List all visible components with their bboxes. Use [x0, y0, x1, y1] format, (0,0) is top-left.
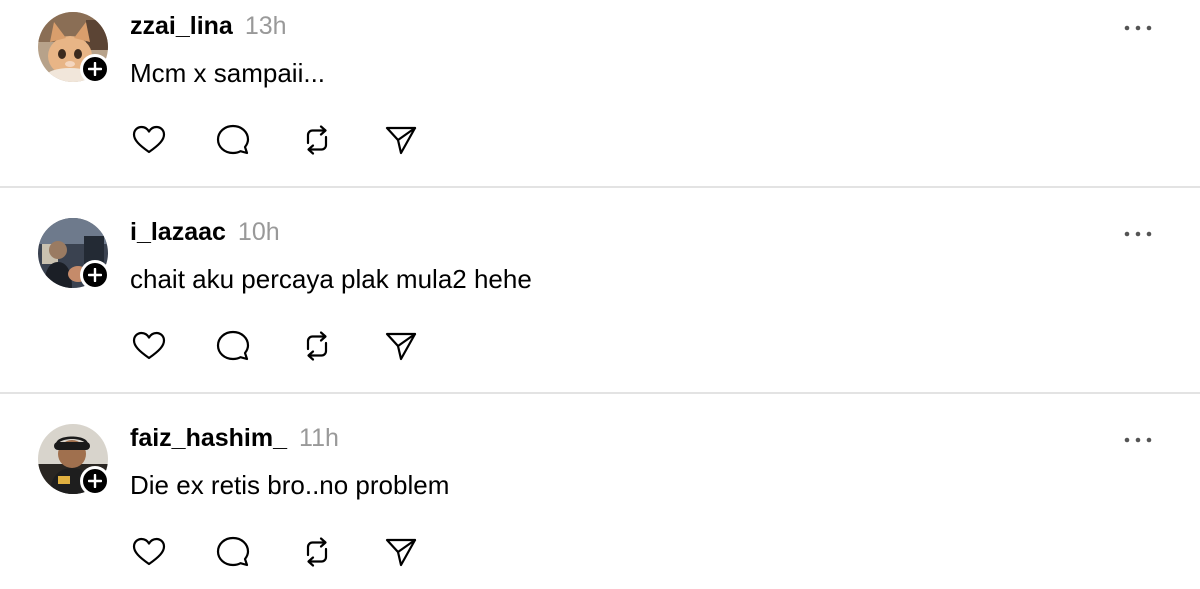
post-text: chait aku percaya plak mula2 hehe	[130, 264, 532, 294]
more-options-button[interactable]	[1120, 428, 1156, 452]
more-options-button[interactable]	[1120, 222, 1156, 246]
like-button[interactable]	[128, 531, 170, 573]
plus-icon	[88, 474, 102, 488]
more-icon	[1124, 231, 1152, 237]
share-button[interactable]	[380, 325, 422, 367]
heart-icon	[132, 125, 166, 154]
username-link[interactable]: faiz_hashim_	[130, 424, 287, 453]
post-meta: zzai_lina 13h	[130, 12, 287, 42]
post-item: i_lazaac 10h chait aku percaya plak mula…	[0, 206, 1200, 412]
follow-button[interactable]	[80, 54, 110, 84]
post-text: Mcm x sampaii...	[130, 58, 326, 88]
divider	[0, 392, 1200, 394]
reply-feed: zzai_lina 13h Mcm x sampaii... i_lazaac …	[0, 0, 1200, 589]
action-bar	[128, 530, 422, 574]
send-icon	[385, 332, 417, 361]
send-icon	[385, 126, 417, 155]
send-icon	[385, 538, 417, 567]
like-button[interactable]	[128, 119, 170, 161]
username-link[interactable]: zzai_lina	[130, 12, 233, 41]
repost-button[interactable]	[296, 531, 338, 573]
divider	[0, 186, 1200, 188]
comment-icon	[216, 124, 250, 155]
share-button[interactable]	[380, 119, 422, 161]
repost-button[interactable]	[296, 325, 338, 367]
post-text: Die ex retis bro..no problem	[130, 470, 450, 500]
more-options-button[interactable]	[1120, 16, 1156, 40]
repost-icon	[306, 537, 328, 567]
avatar-container[interactable]	[38, 218, 110, 290]
heart-icon	[132, 331, 166, 360]
follow-button[interactable]	[80, 466, 110, 496]
like-button[interactable]	[128, 325, 170, 367]
comment-button[interactable]	[212, 325, 254, 367]
avatar-container[interactable]	[38, 12, 110, 84]
post-meta: i_lazaac 10h	[130, 218, 280, 248]
share-button[interactable]	[380, 531, 422, 573]
repost-button[interactable]	[296, 119, 338, 161]
repost-icon	[306, 125, 328, 155]
timestamp[interactable]: 11h	[299, 424, 339, 453]
heart-icon	[132, 537, 166, 566]
plus-icon	[88, 62, 102, 76]
post-meta: faiz_hashim_ 11h	[130, 424, 339, 454]
comment-button[interactable]	[212, 531, 254, 573]
post-item: zzai_lina 13h Mcm x sampaii...	[0, 0, 1200, 206]
post-item: faiz_hashim_ 11h Die ex retis bro..no pr…	[0, 412, 1200, 589]
timestamp[interactable]: 13h	[245, 12, 287, 41]
more-icon	[1124, 437, 1152, 443]
comment-icon	[216, 536, 250, 567]
username-link[interactable]: i_lazaac	[130, 218, 226, 247]
timestamp[interactable]: 10h	[238, 218, 280, 247]
plus-icon	[88, 268, 102, 282]
more-icon	[1124, 25, 1152, 31]
comment-button[interactable]	[212, 119, 254, 161]
action-bar	[128, 118, 422, 162]
avatar-container[interactable]	[38, 424, 110, 496]
repost-icon	[306, 331, 328, 361]
comment-icon	[216, 330, 250, 361]
action-bar	[128, 324, 422, 368]
follow-button[interactable]	[80, 260, 110, 290]
